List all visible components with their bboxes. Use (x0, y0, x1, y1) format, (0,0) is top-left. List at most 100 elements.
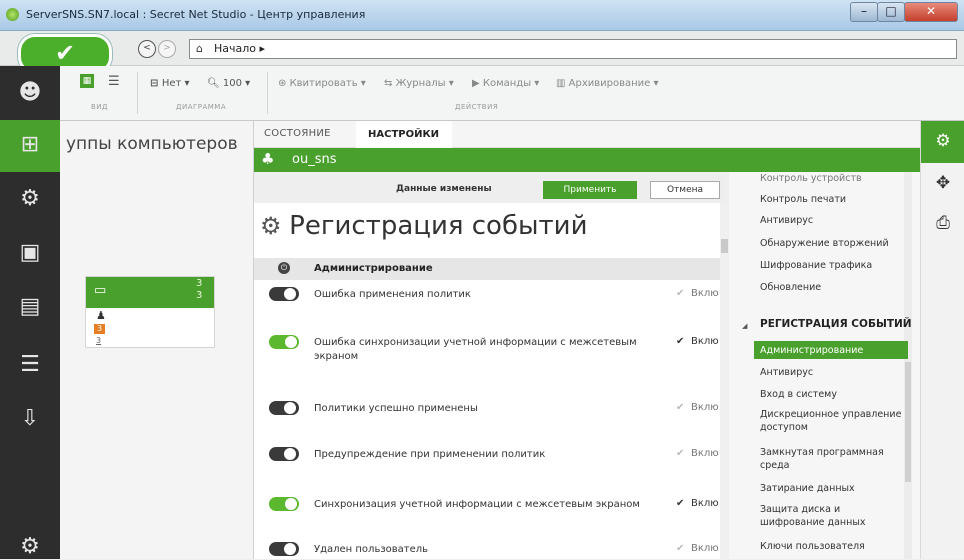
scrollbar-thumb[interactable] (905, 362, 911, 482)
ribbon-separator (137, 72, 138, 114)
nav-item[interactable]: Дискреционное управление доступом (760, 408, 904, 434)
printer-icon[interactable]: ⎙ (931, 213, 955, 233)
expand-arrow-icon[interactable]: ◢ (742, 322, 747, 330)
groups-icon[interactable]: ⊞ (16, 132, 44, 158)
tab-state[interactable]: СОСТОЯНИЕ (264, 128, 331, 139)
enable-label: Вклю (691, 402, 719, 413)
tab-settings-label: НАСТРОЙКИ (368, 129, 440, 140)
nav-item[interactable]: Замкнутая программная среда (760, 446, 904, 472)
content-scrollbar[interactable] (720, 203, 729, 559)
event-toggle[interactable] (269, 401, 299, 415)
diagram-caption: ДИАГРАММА (176, 103, 227, 111)
navigator-scrollbar[interactable] (904, 172, 912, 559)
power-icon[interactable]: ⏻ (278, 262, 290, 274)
nav-item-selected[interactable]: Администрирование (760, 344, 904, 357)
window-title: ServerSNS.SN7.local : Secret Net Studio … (26, 8, 366, 21)
scrollbar-thumb[interactable] (721, 239, 728, 253)
zoom-icon: 🔍︎ (207, 78, 223, 89)
event-toggle[interactable] (269, 542, 299, 556)
group-tile[interactable]: ▭ 3 3 ♟ 3 3 (85, 276, 215, 348)
nav-item[interactable]: Вход в систему (760, 388, 904, 401)
enable-checkbox[interactable]: ✔ (676, 543, 688, 555)
enable-label: Вклю (691, 448, 719, 459)
nav-item[interactable]: Затирание данных (760, 482, 904, 495)
computer-count: 3 (196, 278, 203, 289)
nav-item[interactable]: Обнаружение вторжений (760, 237, 904, 250)
back-button[interactable]: < (138, 40, 156, 58)
event-toggle[interactable] (269, 497, 299, 511)
nav-item[interactable]: Ключи пользователя (760, 540, 904, 553)
apply-button[interactable]: Применить (543, 181, 637, 199)
acknowledge-label: Квитировать ▾ (289, 78, 366, 89)
journals-button[interactable]: ⇆ Журналы ▾ (384, 78, 454, 89)
enable-checkbox[interactable]: ✔ (676, 498, 688, 510)
event-name: Политики успешно применены (314, 403, 478, 414)
storage-icon[interactable]: ☰ (16, 352, 44, 378)
event-toggle[interactable] (269, 335, 299, 349)
computer-count-online: 3 (196, 290, 203, 301)
nav-item[interactable]: Контроль устройств (760, 172, 904, 185)
nav-item[interactable]: Защита диска и шифрование данных (760, 503, 904, 529)
event-toggle[interactable] (269, 447, 299, 461)
nav-section-title[interactable]: РЕГИСТРАЦИЯ СОБЫТИЙ (760, 318, 912, 330)
settings-gear-icon[interactable]: ⚙ (931, 131, 955, 151)
archiving-button[interactable]: ▥ Архивирование ▾ (556, 78, 659, 89)
commands-button[interactable]: ▶ Команды ▾ (472, 78, 539, 89)
tab-settings[interactable]: НАСТРОЙКИ (356, 121, 452, 148)
nav-item[interactable]: Антивирус (760, 366, 904, 379)
view-caption: ВИД (91, 103, 109, 111)
nav-item[interactable]: Контроль печати (760, 193, 904, 206)
breadcrumb[interactable]: Начало ▸ (214, 42, 265, 55)
section-header: ⏻ Администрирование (254, 258, 720, 280)
nav-item[interactable]: Шифрование трафика (760, 259, 904, 272)
zoom-dropdown[interactable]: 🔍︎ 100 ▾ (207, 78, 250, 89)
enable-label: Вклю (691, 543, 719, 554)
computers-icon[interactable]: ▣ (16, 240, 44, 266)
archiving-icon: ▥ (556, 78, 569, 89)
maximize-button[interactable]: □ (877, 2, 905, 22)
left-sidebar: ☻ ⊞ ⚙ ▣ ▤ ☰ ⇩ ⚙ (0, 66, 60, 559)
event-name: Синхронизация учетной информации с межсе… (314, 499, 640, 510)
acknowledge-button[interactable]: ⊛ Квитировать ▾ (278, 78, 366, 89)
download-icon[interactable]: ⇩ (16, 406, 44, 432)
address-bar[interactable]: ⌂ Начало ▸ (189, 39, 957, 59)
nav-item[interactable]: Антивирус (760, 214, 904, 227)
journals-label: Журналы ▾ (395, 78, 454, 89)
commands-label: Команды ▾ (482, 78, 540, 89)
archiving-label: Архивирование ▾ (568, 78, 659, 89)
diagram-none-dropdown[interactable]: ⊟ Нет ▾ (150, 78, 190, 89)
user-icon[interactable]: ☻ (16, 80, 44, 106)
enable-checkbox[interactable]: ✔ (676, 448, 688, 460)
event-toggle[interactable] (269, 287, 299, 301)
cancel-button[interactable]: Отмена (650, 181, 720, 199)
changes-message: Данные изменены (396, 184, 492, 194)
navigate-arrows-icon[interactable]: ✥ (931, 173, 955, 193)
ribbon-separator (267, 72, 268, 114)
org-unit-icon: ♣ (261, 150, 275, 168)
forward-button[interactable]: > (158, 40, 176, 58)
servers-icon[interactable]: ▤ (16, 294, 44, 320)
nav-item[interactable]: Обновление (760, 281, 904, 294)
list-view-icon[interactable]: ☰ (108, 74, 120, 89)
enable-checkbox[interactable]: ✔ (676, 336, 688, 348)
minimize-button[interactable]: – (850, 2, 878, 22)
commands-icon: ▶ (472, 78, 483, 89)
enable-checkbox[interactable]: ✔ (676, 402, 688, 414)
right-icon-bar: ⚙ ✥ ⎙ (920, 121, 964, 559)
tab-bar (254, 121, 920, 148)
groups-panel-title: уппы компьютеров (66, 134, 238, 154)
app-icon (6, 8, 19, 21)
settings-gear-icon[interactable]: ⚙ (16, 534, 44, 560)
check-icon: ✔ (54, 39, 76, 67)
page-title-text: Регистрация событий (289, 211, 588, 241)
ribbon (60, 66, 964, 121)
close-button[interactable]: ✕ (904, 2, 958, 22)
event-log-icon: ⚙ (260, 212, 290, 240)
grid-view-icon[interactable]: ▦ (80, 74, 94, 88)
user-count-link[interactable]: 3 (96, 336, 101, 345)
enable-checkbox[interactable]: ✔ (676, 288, 688, 300)
tools-icon[interactable]: ⚙ (16, 186, 44, 212)
event-name: Ошибка синхронизации учетной информации … (314, 337, 637, 362)
event-name: Удален пользователь (314, 544, 429, 555)
user-count-badge: 3 (94, 324, 105, 334)
